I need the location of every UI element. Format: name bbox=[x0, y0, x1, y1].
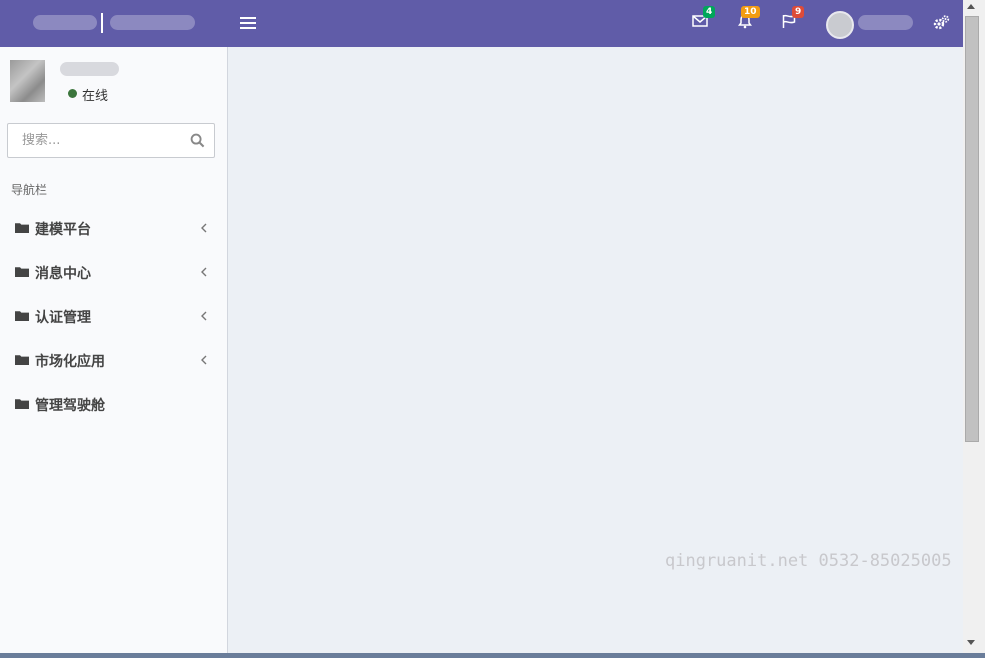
sidebar-toggle-button[interactable] bbox=[240, 14, 256, 32]
folder-icon bbox=[15, 355, 29, 365]
sidebar-item-auth-management[interactable]: 认证管理 bbox=[0, 295, 226, 339]
user-avatar[interactable] bbox=[826, 11, 854, 39]
scroll-down-arrow-icon[interactable] bbox=[967, 640, 975, 645]
messages-count-badge: 4 bbox=[703, 6, 716, 18]
sidebar-item-label: 管理驾驶舱 bbox=[35, 398, 105, 414]
sidebar-search-input[interactable] bbox=[20, 132, 184, 149]
scroll-up-arrow-icon[interactable] bbox=[967, 4, 975, 9]
messages-menu-button[interactable]: 4 bbox=[692, 6, 716, 31]
logo-text[interactable] bbox=[110, 15, 195, 30]
folder-icon bbox=[15, 399, 29, 409]
user-name[interactable] bbox=[858, 15, 913, 30]
search-icon bbox=[190, 133, 205, 148]
sidebar-item-market-apps[interactable]: 市场化应用 bbox=[0, 339, 226, 383]
folder-icon bbox=[15, 267, 29, 277]
hamburger-icon bbox=[240, 17, 256, 19]
chevron-left-icon bbox=[201, 311, 207, 321]
sidebar-item-label: 认证管理 bbox=[35, 310, 91, 326]
sidebar-item-label: 建模平台 bbox=[35, 222, 91, 238]
chevron-left-icon bbox=[201, 223, 207, 233]
user-panel-avatar bbox=[10, 60, 45, 102]
main-header: 4 10 9 bbox=[0, 0, 963, 47]
sidebar-item-modeling-platform[interactable]: 建模平台 bbox=[0, 207, 226, 251]
user-panel-name bbox=[60, 62, 119, 76]
watermark-text: qingruanit.net 0532-85025005 bbox=[665, 551, 952, 571]
desktop-strip bbox=[0, 653, 985, 658]
logo-mini[interactable] bbox=[33, 15, 97, 30]
folder-icon bbox=[15, 223, 29, 233]
hamburger-bar bbox=[240, 27, 256, 29]
online-status-text: 在线 bbox=[82, 89, 109, 104]
scrollbar-thumb[interactable] bbox=[965, 16, 979, 442]
sidebar-item-label: 消息中心 bbox=[35, 266, 91, 282]
folder-icon bbox=[15, 311, 29, 321]
sidebar-item-label: 市场化应用 bbox=[35, 354, 105, 370]
main-sidebar: 在线 导航栏 建模平台 消息中心 认证管理 市场化应用 管理驾驶舱 bbox=[0, 47, 228, 653]
chevron-left-icon bbox=[201, 355, 207, 365]
logo-separator bbox=[101, 13, 103, 33]
sidebar-search-form bbox=[7, 123, 215, 158]
nav-header: 导航栏 bbox=[11, 183, 48, 197]
search-button[interactable] bbox=[190, 133, 206, 149]
tasks-count-badge: 9 bbox=[792, 6, 805, 18]
control-sidebar-button[interactable] bbox=[932, 14, 950, 32]
sidebar-item-management-cockpit[interactable]: 管理驾驶舱 bbox=[0, 383, 226, 427]
tasks-menu-button[interactable]: 9 bbox=[781, 6, 805, 31]
gears-icon bbox=[933, 15, 950, 30]
page-scrollbar[interactable] bbox=[963, 0, 985, 653]
chevron-left-icon bbox=[201, 267, 207, 277]
notifications-count-badge: 10 bbox=[741, 6, 760, 18]
sidebar-item-message-center[interactable]: 消息中心 bbox=[0, 251, 226, 295]
hamburger-bar bbox=[240, 22, 256, 24]
online-status-icon bbox=[68, 89, 77, 98]
notifications-menu-button[interactable]: 10 bbox=[737, 6, 760, 31]
